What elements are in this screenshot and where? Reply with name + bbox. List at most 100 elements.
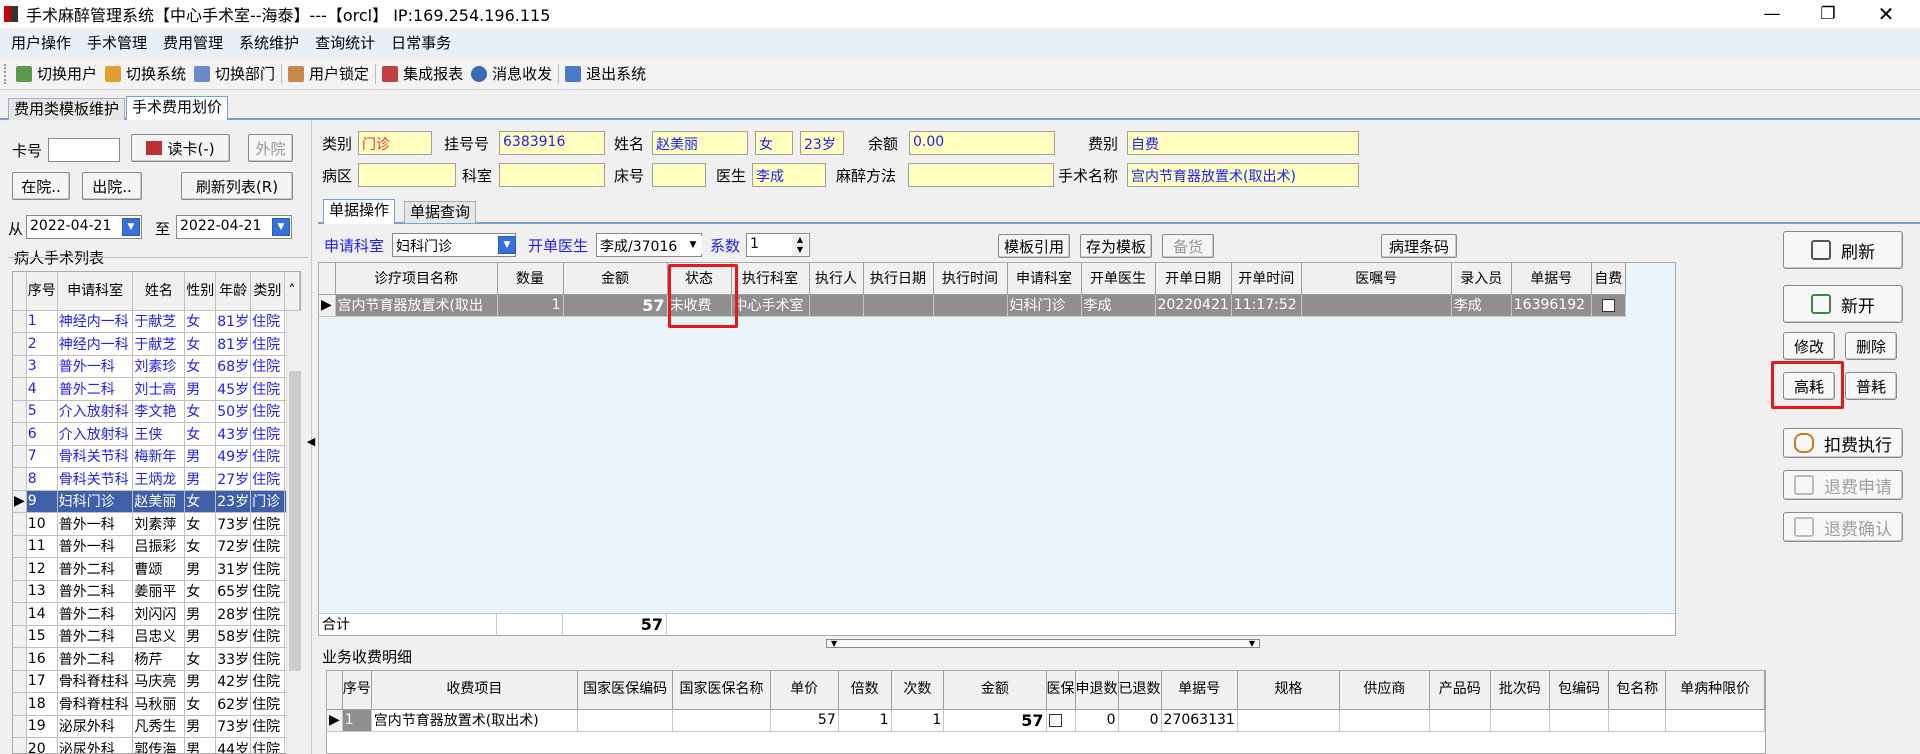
switch-dept-button[interactable]: 切换部门: [194, 63, 275, 84]
col-name[interactable]: 姓名: [132, 272, 186, 311]
name-field[interactable]: 赵美丽: [652, 131, 748, 155]
close-icon[interactable]: ✕: [1858, 0, 1914, 28]
col-order-no[interactable]: 医嘱号: [1301, 263, 1452, 295]
minimize-icon[interactable]: —: [1744, 0, 1800, 28]
refund-confirm-button[interactable]: 退费确认: [1783, 512, 1903, 542]
patient-grid-scroll-thumb[interactable]: [289, 371, 301, 671]
col-unit-price[interactable]: 单价: [770, 671, 839, 710]
table-row[interactable]: 11 普外一科 吕振彩女 72岁 住院: [13, 535, 300, 558]
reg-no-field[interactable]: 6383916: [499, 131, 605, 155]
col-amount[interactable]: 金额: [943, 671, 1047, 710]
col-batch-code[interactable]: 批次码: [1490, 671, 1550, 710]
col-order-date[interactable]: 开单日期: [1155, 263, 1232, 295]
col-pack-name[interactable]: 包名称: [1608, 671, 1667, 710]
table-row[interactable]: ▶ 1 宫内节育器放置术(取出术) 57 1 1 57 0 0 27063131: [327, 709, 1765, 732]
exit-button[interactable]: 退出系统: [565, 63, 646, 84]
table-row[interactable]: 15 普外二科 吕忠义男 58岁 住院: [13, 625, 300, 648]
table-row[interactable]: ▶ 宫内节育器放置术(取出 1 57 未收费 中心手术室 妇科门诊 李成 202…: [319, 294, 1626, 317]
tab-document-query[interactable]: 单据查询: [404, 201, 477, 223]
table-row[interactable]: 12 普外二科 曹颂男 31岁 住院: [13, 557, 300, 581]
col-pack-code[interactable]: 包编码: [1549, 671, 1610, 710]
col-exec-time[interactable]: 执行时间: [933, 263, 1008, 295]
to-date-dropdown-icon[interactable]: ▼: [272, 218, 290, 236]
table-row[interactable]: 16 普外二科 杨芹女 33岁 住院: [13, 647, 300, 671]
col-seq[interactable]: 序号: [26, 272, 58, 311]
toolbar-grip[interactable]: [4, 63, 8, 84]
table-row[interactable]: 10 普外一科 刘素萍女 73岁 住院: [13, 512, 300, 536]
modify-button[interactable]: 修改: [1783, 332, 1835, 360]
surgery-name-field[interactable]: 宫内节育器放置术(取出术): [1127, 163, 1359, 187]
menu-user-ops[interactable]: 用户操作: [3, 30, 79, 57]
col-type[interactable]: 类别: [250, 272, 285, 311]
fee-detail-grid[interactable]: 诊疗项目名称 数量 金额 状态 执行科室 执行人 执行日期 执行时间 申请科室 …: [318, 262, 1676, 636]
table-row[interactable]: 14 普外二科 刘闪闪男 28岁 住院: [13, 602, 300, 626]
switch-user-button[interactable]: 切换用户: [16, 63, 97, 84]
dept-field[interactable]: [499, 163, 605, 187]
table-row[interactable]: 6 介入放射科 王侠女 43岁 住院: [13, 422, 300, 446]
anesthesia-field[interactable]: [908, 163, 1054, 187]
col-supplier[interactable]: 供应商: [1339, 671, 1430, 710]
col-apply-dept[interactable]: 申请科室: [1007, 263, 1082, 295]
col-item-name[interactable]: 诊疗项目名称: [335, 263, 498, 295]
refund-apply-button[interactable]: 退费申请: [1783, 470, 1903, 500]
col-product-code[interactable]: 产品码: [1429, 671, 1491, 710]
col-seq[interactable]: 序号: [342, 671, 372, 710]
category-field[interactable]: 门诊: [358, 131, 432, 155]
apply-dept-dropdown-icon[interactable]: ▼: [498, 236, 516, 254]
table-row[interactable]: 17 骨科脊柱科 马庆亮男 42岁 住院: [13, 670, 300, 693]
new-button[interactable]: 新开: [1783, 285, 1903, 323]
col-multiplier[interactable]: 倍数: [838, 671, 892, 710]
card-input[interactable]: [48, 138, 120, 162]
col-refund-requested[interactable]: 申退数: [1075, 671, 1119, 710]
col-exec-date[interactable]: 执行日期: [863, 263, 934, 295]
patient-grid[interactable]: 序号 申请科室 姓名 性别 年龄 类别 ˄ 1 神经内一科 于献芝女 81岁 住院 2 神经…: [12, 271, 301, 754]
balance-field[interactable]: 0.00: [909, 131, 1055, 155]
in-hospital-button[interactable]: 在院..: [12, 172, 70, 200]
tab-document-ops[interactable]: 单据操作: [323, 199, 396, 224]
high-consumable-button[interactable]: 高耗: [1783, 372, 1835, 400]
table-row[interactable]: 1 神经内一科 于献芝女 81岁 住院: [13, 310, 300, 333]
col-entry-clerk[interactable]: 录入员: [1451, 263, 1512, 295]
table-row[interactable]: 3 普外一科 刘素珍女 68岁 住院: [13, 355, 300, 378]
menu-daily[interactable]: 日常事务: [383, 30, 459, 57]
col-insurance-name[interactable]: 国家医保名称: [672, 671, 771, 710]
col-doc-no[interactable]: 单据号: [1511, 263, 1592, 295]
delete-button[interactable]: 删除: [1845, 332, 1897, 360]
table-row[interactable]: 20 泌尿外科 郭传海男 44岁 住院: [13, 737, 300, 753]
switch-system-button[interactable]: 切换系统: [105, 63, 186, 84]
col-self-pay[interactable]: 自费: [1591, 263, 1626, 295]
charge-execute-button[interactable]: 扣费执行: [1783, 428, 1903, 458]
normal-consumable-button[interactable]: 普耗: [1845, 372, 1897, 400]
col-insured[interactable]: 医保: [1046, 671, 1076, 710]
table-row[interactable]: 5 介入放射科 李文艳女 50岁 住院: [13, 400, 300, 423]
user-lock-button[interactable]: 用户锁定: [288, 63, 369, 84]
col-spec[interactable]: 规格: [1237, 671, 1341, 710]
menu-fees[interactable]: 费用管理: [155, 30, 231, 57]
save-template-button[interactable]: 存为模板: [1080, 234, 1152, 258]
col-amount[interactable]: 金额: [563, 263, 668, 295]
col-times[interactable]: 次数: [891, 671, 945, 710]
col-executor[interactable]: 执行人: [809, 263, 864, 295]
splitter-arrow-icon[interactable]: ◀: [306, 430, 316, 452]
stock-button[interactable]: 备货: [1162, 234, 1214, 258]
col-age[interactable]: 年龄: [215, 272, 252, 311]
sex-field[interactable]: 女: [755, 131, 793, 155]
refresh-button[interactable]: 刷新: [1783, 231, 1903, 269]
col-sex[interactable]: 性别: [184, 272, 217, 311]
age-field[interactable]: 23岁: [800, 131, 844, 155]
bed-field[interactable]: [652, 163, 706, 187]
patient-grid-scrollbar[interactable]: [286, 311, 301, 754]
col-status[interactable]: 状态: [667, 263, 732, 295]
col-order-time[interactable]: 开单时间: [1231, 263, 1302, 295]
menu-surgery[interactable]: 手术管理: [79, 30, 155, 57]
refresh-list-button[interactable]: 刷新列表(R): [181, 172, 293, 200]
reports-button[interactable]: 集成报表: [382, 63, 463, 84]
template-use-button[interactable]: 模板引用: [998, 234, 1070, 258]
biz-fee-grid[interactable]: 序号 收费项目 国家医保编码 国家医保名称 单价 倍数 次数 金额 医保 申退数…: [326, 670, 1766, 754]
col-charge-item[interactable]: 收费项目: [371, 671, 578, 710]
col-quantity[interactable]: 数量: [497, 263, 564, 295]
from-date-dropdown-icon[interactable]: ▼: [122, 218, 140, 236]
table-row[interactable]: 8 骨科关节科 王炳龙男 27岁 住院: [13, 467, 300, 491]
col-refunded[interactable]: 已退数: [1118, 671, 1162, 710]
fee-type-field[interactable]: 自费: [1127, 131, 1359, 155]
